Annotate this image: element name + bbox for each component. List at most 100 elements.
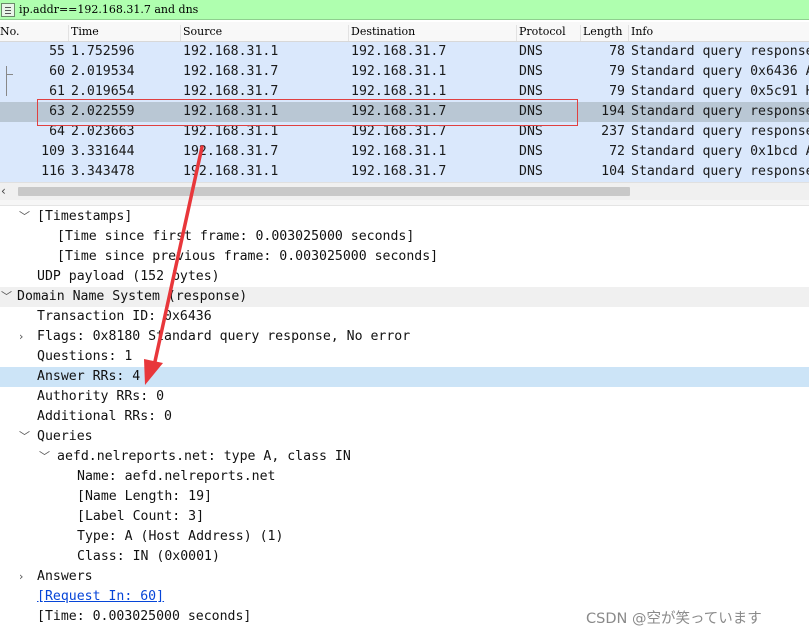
- tree-item-flags[interactable]: › Flags: 0x8180 Standard query response,…: [0, 327, 809, 347]
- packet-list-hscrollbar[interactable]: ‹: [0, 182, 809, 200]
- tree-item-label: [Timestamps]: [37, 209, 133, 224]
- tree-item-transaction-id[interactable]: Transaction ID: 0x6436: [0, 307, 809, 327]
- tree-item-answer-rrs[interactable]: Answer RRs: 4: [0, 367, 809, 387]
- packet-protocol: DNS: [519, 44, 543, 59]
- tree-item-label: Flags: 0x8180 Standard query response, N…: [37, 329, 411, 344]
- column-header-no[interactable]: No.: [0, 25, 20, 41]
- packet-length: 78: [609, 44, 625, 59]
- packet-no: 55: [49, 44, 65, 59]
- packet-source: 192.168.31.1: [183, 44, 279, 59]
- packet-row[interactable]: 55 1.752596 192.168.31.1 192.168.31.7 DN…: [0, 42, 809, 62]
- tree-item-label: Answer RRs: 4: [37, 369, 141, 384]
- tree-item-query[interactable]: ﹀ aefd.nelreports.net: type A, class IN: [0, 447, 809, 467]
- packet-protocol: DNS: [519, 144, 543, 159]
- packet-length: 72: [609, 144, 625, 159]
- tree-item-time-first[interactable]: [Time since first frame: 0.003025000 sec…: [0, 227, 809, 247]
- packet-time: 2.019534: [71, 64, 135, 79]
- tree-item-label: Domain Name System (response): [17, 289, 248, 304]
- selection-annotation-box: [37, 99, 578, 126]
- packet-length: 194: [601, 104, 625, 119]
- tree-item-label: UDP payload (152 bytes): [37, 269, 220, 284]
- packet-time: 3.343478: [71, 164, 135, 179]
- packet-info: Standard query response: [631, 44, 809, 59]
- packet-info: Standard query 0x1bcd A: [631, 144, 809, 159]
- packet-row[interactable]: 116 3.343478 192.168.31.1 192.168.31.7 D…: [0, 162, 809, 182]
- column-header-source[interactable]: Source: [180, 25, 222, 41]
- packet-destination: 192.168.31.1: [351, 64, 447, 79]
- expand-arrow-icon[interactable]: ›: [19, 327, 31, 347]
- tree-item-dns[interactable]: ﹀ Domain Name System (response): [0, 287, 809, 307]
- tree-item-label: Questions: 1: [37, 349, 133, 364]
- collapse-arrow-icon[interactable]: ﹀: [1, 287, 13, 307]
- packet-time: 1.752596: [71, 44, 135, 59]
- packet-no: 116: [41, 164, 65, 179]
- column-header-time[interactable]: Time: [68, 25, 99, 41]
- expand-arrow-icon[interactable]: ›: [19, 567, 31, 587]
- tree-item-label: [Label Count: 3]: [77, 509, 205, 524]
- scrollbar-thumb[interactable]: [18, 187, 630, 196]
- column-header-length[interactable]: Length: [580, 25, 622, 41]
- tree-item-label: Additional RRs: 0: [37, 409, 172, 424]
- pane-splitter[interactable]: [0, 200, 809, 206]
- tree-item-type[interactable]: Type: A (Host Address) (1): [0, 527, 809, 547]
- tree-item-request-in[interactable]: [Request In: 60]: [0, 587, 809, 607]
- tree-item-udp-payload[interactable]: UDP payload (152 bytes): [0, 267, 809, 287]
- tree-item-label-count[interactable]: [Label Count: 3]: [0, 507, 809, 527]
- display-filter-input[interactable]: ip.addr==192.168.31.7 and dns: [19, 3, 198, 16]
- packet-protocol: DNS: [519, 164, 543, 179]
- collapse-arrow-icon[interactable]: ﹀: [19, 207, 31, 227]
- tree-item-questions[interactable]: Questions: 1: [0, 347, 809, 367]
- packet-protocol: DNS: [519, 64, 543, 79]
- packet-length: 237: [601, 124, 625, 139]
- packet-length: 104: [601, 164, 625, 179]
- tree-item-query-name[interactable]: Name: aefd.nelreports.net: [0, 467, 809, 487]
- tree-item-class[interactable]: Class: IN (0x0001): [0, 547, 809, 567]
- tree-item-timestamps[interactable]: ﹀ [Timestamps]: [0, 207, 809, 227]
- tree-item-label: Type: A (Host Address) (1): [77, 529, 284, 544]
- collapse-arrow-icon[interactable]: ﹀: [39, 447, 51, 467]
- column-header-protocol[interactable]: Protocol: [516, 25, 566, 41]
- tree-item-label: Class: IN (0x0001): [77, 549, 220, 564]
- packet-row[interactable]: 60 2.019534 192.168.31.7 192.168.31.1 DN…: [0, 62, 809, 82]
- tree-item-label: Queries: [37, 429, 93, 444]
- scroll-left-arrow-icon[interactable]: ‹: [1, 184, 6, 198]
- packet-no: 109: [41, 144, 65, 159]
- collapse-arrow-icon[interactable]: ﹀: [19, 427, 31, 447]
- tree-item-label: [Name Length: 19]: [77, 489, 212, 504]
- packet-source: 192.168.31.7: [183, 144, 279, 159]
- tree-item-label: [Time since first frame: 0.003025000 sec…: [57, 229, 415, 244]
- tree-item-queries[interactable]: ﹀ Queries: [0, 427, 809, 447]
- column-header-info[interactable]: Info: [628, 25, 653, 41]
- tree-item-answers[interactable]: › Answers: [0, 567, 809, 587]
- tree-item-label: aefd.nelreports.net: type A, class IN: [57, 449, 351, 464]
- packet-length: 79: [609, 64, 625, 79]
- packet-details-tree: ﹀ [Timestamps] [Time since first frame: …: [0, 207, 809, 627]
- column-header-destination[interactable]: Destination: [348, 25, 415, 41]
- packet-destination: 192.168.31.7: [351, 164, 447, 179]
- tree-item-label: Authority RRs: 0: [37, 389, 165, 404]
- tree-item-label: [Time: 0.003025000 seconds]: [37, 609, 252, 624]
- packet-time: 3.331644: [71, 144, 135, 159]
- related-packet-bracket-icon: [0, 66, 14, 106]
- packet-length: 79: [609, 84, 625, 99]
- tree-item-label: Answers: [37, 569, 93, 584]
- request-in-link[interactable]: [Request In: 60]: [37, 587, 164, 607]
- packet-info: Standard query response: [631, 124, 809, 139]
- tree-item-authority-rrs[interactable]: Authority RRs: 0: [0, 387, 809, 407]
- tree-item-time-prev[interactable]: [Time since previous frame: 0.003025000 …: [0, 247, 809, 267]
- tree-item-label: Name: aefd.nelreports.net: [77, 469, 276, 484]
- packet-info: Standard query response: [631, 104, 809, 119]
- packet-source: 192.168.31.1: [183, 164, 279, 179]
- packet-info: Standard query 0x6436 A: [631, 64, 809, 79]
- tree-item-name-length[interactable]: [Name Length: 19]: [0, 487, 809, 507]
- packet-list-header: No. Time Source Destination Protocol Len…: [0, 22, 809, 42]
- packet-destination: 192.168.31.1: [351, 144, 447, 159]
- tree-item-additional-rrs[interactable]: Additional RRs: 0: [0, 407, 809, 427]
- display-filter-bar[interactable]: ip.addr==192.168.31.7 and dns: [0, 0, 809, 20]
- packet-row[interactable]: 109 3.331644 192.168.31.7 192.168.31.1 D…: [0, 142, 809, 162]
- packet-source: 192.168.31.7: [183, 64, 279, 79]
- filter-bookmark-icon[interactable]: [1, 2, 15, 17]
- tree-item-label: Transaction ID: 0x6436: [37, 309, 212, 324]
- tree-item-label: [Time since previous frame: 0.003025000 …: [57, 249, 439, 264]
- watermark: CSDN @空が笑っています: [586, 611, 762, 627]
